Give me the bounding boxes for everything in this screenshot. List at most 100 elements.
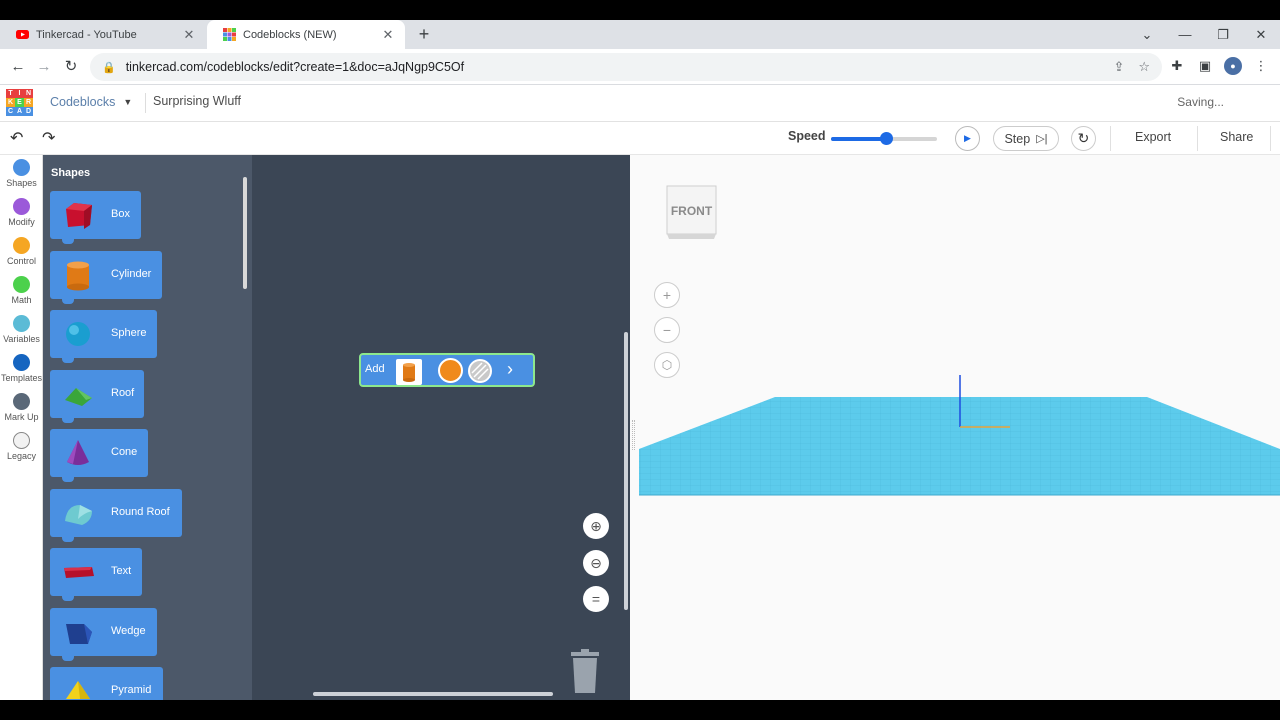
viewport-zoom-in-button[interactable]: + (654, 282, 680, 308)
reload-icon[interactable]: ↻ (60, 56, 82, 78)
undo-icon[interactable]: ↶ (10, 128, 23, 148)
minimize-icon[interactable]: — (1166, 27, 1204, 42)
category-label: Control (6, 256, 36, 266)
logo-letter: K (6, 98, 15, 107)
step-label: Step (1004, 131, 1031, 146)
restore-icon[interactable]: ❐ (1204, 27, 1242, 43)
flyout-scrollbar[interactable] (243, 177, 247, 289)
code-workspace[interactable]: Add › ⊕ ⊖ = (252, 155, 630, 700)
block-cone[interactable]: Cone (50, 429, 148, 482)
reset-button[interactable]: ↻ (1071, 126, 1096, 151)
zoom-reset-icon: = (591, 591, 601, 607)
category-label: Modify (8, 217, 35, 227)
category-dot (13, 159, 30, 176)
category-variables[interactable]: Variables (0, 315, 43, 344)
header-divider (145, 93, 146, 113)
block-roof[interactable]: Roof (50, 370, 144, 423)
category-modify[interactable]: Modify (0, 198, 43, 227)
play-button[interactable]: ▶ (955, 126, 980, 151)
3d-viewport[interactable]: FRONT + − ⬡ (630, 155, 1280, 700)
category-dot (13, 315, 30, 332)
speed-label: Speed (788, 129, 826, 143)
step-forward-icon: ▷| (1036, 133, 1048, 145)
block-notch (62, 238, 74, 244)
viewport-fit-button[interactable]: ⬡ (654, 352, 680, 378)
back-icon[interactable]: ← (7, 56, 29, 78)
forward-icon[interactable]: → (33, 56, 55, 78)
block-sphere[interactable]: Sphere (50, 310, 157, 363)
close-tab-icon[interactable]: ✕ (381, 27, 395, 43)
new-tab-icon[interactable]: + (413, 23, 435, 45)
document-name[interactable]: Surprising Wluff (153, 94, 241, 108)
category-dot (13, 276, 30, 293)
export-button[interactable]: Export (1135, 130, 1171, 144)
hole-toggle[interactable] (468, 359, 492, 383)
redo-icon[interactable]: ↷ (42, 128, 55, 148)
category-math[interactable]: Math (0, 276, 43, 305)
category-templates[interactable]: Templates (0, 354, 43, 383)
section-dropdown[interactable]: Codeblocks ▼ (50, 95, 132, 109)
add-shape-block[interactable]: Add › (359, 353, 535, 387)
expand-chevron-icon[interactable]: › (507, 359, 513, 380)
shape-selector[interactable] (396, 359, 422, 385)
zoom-reset-button[interactable]: = (583, 586, 609, 612)
address-bar[interactable]: 🔒 tinkercad.com/codeblocks/edit?create=1… (90, 53, 1162, 81)
browser-tab-codeblocks[interactable]: Codeblocks (NEW) ✕ (207, 20, 405, 49)
trash-can-icon[interactable] (569, 649, 601, 693)
extensions-puzzle-icon[interactable]: ✚ (1168, 57, 1186, 75)
browser-tab-youtube[interactable]: Tinkercad - YouTube ✕ (0, 20, 206, 49)
viewport-zoom-out-button[interactable]: − (654, 317, 680, 343)
logo-letter: R (24, 98, 33, 107)
add-block-label: Add (365, 363, 385, 375)
category-shapes[interactable]: Shapes (0, 159, 43, 188)
block-cylinder[interactable]: Cylinder (50, 251, 162, 304)
block-pyramid[interactable]: Pyramid (50, 667, 163, 700)
block-round-roof[interactable]: Round Roof (50, 489, 182, 542)
tinkercad-logo[interactable]: T I N K E R C A D (6, 89, 33, 116)
bookmark-star-icon[interactable]: ☆ (1138, 59, 1150, 75)
workspace-vertical-scrollbar[interactable] (624, 332, 628, 610)
step-button[interactable]: Step ▷| (993, 126, 1059, 151)
viewcube-label: FRONT (671, 204, 713, 218)
close-window-icon[interactable]: ✕ (1242, 27, 1280, 43)
tab-search-icon[interactable]: ⌄ (1128, 27, 1166, 43)
category-markup[interactable]: Mark Up (0, 393, 43, 422)
block-notch (62, 655, 74, 661)
block-wedge[interactable]: Wedge (50, 608, 157, 661)
section-label: Codeblocks (50, 95, 116, 109)
block-label: Text (111, 565, 132, 577)
category-control[interactable]: Control (0, 237, 43, 266)
lock-icon[interactable]: 🔒 (102, 61, 116, 74)
block-label: Round Roof (111, 506, 170, 518)
share-button[interactable]: Share (1220, 130, 1253, 144)
workspace-horizontal-scrollbar[interactable] (313, 692, 553, 696)
logo-letter: A (15, 107, 24, 116)
speed-slider-handle[interactable] (880, 132, 894, 145)
reset-icon: ↻ (1077, 130, 1090, 146)
profile-avatar[interactable]: ● (1224, 57, 1242, 75)
tinkercad-favicon-icon (223, 28, 236, 41)
side-panel-icon[interactable]: ▣ (1196, 57, 1214, 75)
browser-menu-icon[interactable]: ⋮ (1252, 57, 1270, 75)
view-cube[interactable]: FRONT (665, 184, 718, 240)
zoom-out-button[interactable]: ⊖ (583, 550, 609, 576)
close-tab-icon[interactable]: ✕ (182, 27, 196, 43)
toolbar-divider (1197, 126, 1198, 151)
panel-splitter[interactable] (632, 420, 635, 450)
block-text[interactable]: Text (50, 548, 142, 601)
category-dot (13, 393, 30, 410)
share-page-icon[interactable]: ⇪ (1113, 59, 1124, 75)
color-picker[interactable] (438, 358, 463, 383)
window-controls: ⌄ — ❐ ✕ (1128, 20, 1280, 49)
logo-letter: E (15, 98, 24, 107)
cube-outline-icon: ⬡ (661, 358, 673, 372)
roof-shape-icon (65, 388, 92, 406)
block-notch (62, 357, 74, 363)
category-legacy[interactable]: Legacy (0, 432, 43, 461)
block-box[interactable]: Box (50, 191, 141, 244)
zoom-in-button[interactable]: ⊕ (583, 513, 609, 539)
block-notch (62, 595, 74, 601)
speed-slider[interactable] (831, 132, 937, 145)
cylinder-shape-icon (67, 261, 89, 291)
block-label: Pyramid (111, 684, 152, 696)
